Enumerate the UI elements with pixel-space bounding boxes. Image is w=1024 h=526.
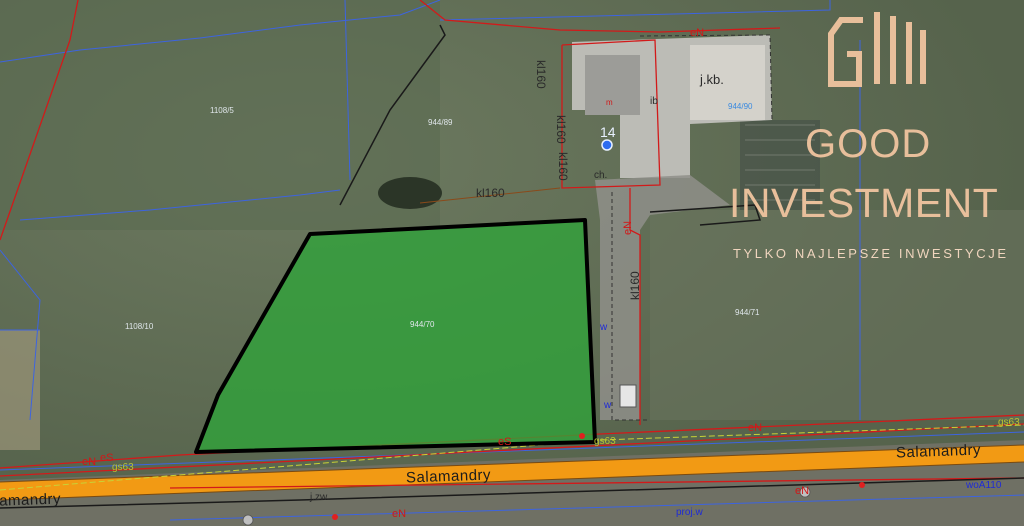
street-name: Salamandry xyxy=(0,490,62,511)
utility-label: eS xyxy=(498,436,512,448)
brand-name-secondary: INVESTMENT xyxy=(729,180,999,226)
utility-label: gs63 xyxy=(998,417,1020,428)
utility-label: kl160 xyxy=(628,271,642,300)
house-number: 14 xyxy=(600,124,616,140)
map-view[interactable]: 1108/5 944/89 1108/10 944/70 944/71 944/… xyxy=(0,0,1024,526)
parcel-number: 1108/10 xyxy=(125,322,154,331)
utility-label: eN xyxy=(748,422,763,434)
utility-label: woA110 xyxy=(966,480,1002,491)
parcel-number: 1108/5 xyxy=(210,106,234,115)
building-label: ib xyxy=(650,96,658,107)
utility-label: w xyxy=(600,322,608,333)
good-investment-logo-icon xyxy=(828,12,926,87)
utility-label: eN xyxy=(795,485,810,497)
parcel-number: 944/89 xyxy=(428,118,453,127)
utility-label: kl160 xyxy=(556,152,570,181)
brand-tagline: TYLKO NAJLEPSZE INWESTYCJE xyxy=(733,246,1009,261)
utility-label: gs63 xyxy=(594,436,616,447)
utility-label: eN xyxy=(82,456,97,468)
shed-label: ch. xyxy=(594,170,608,181)
brand-name: GOOD xyxy=(805,122,932,166)
street-name: Salamandry xyxy=(895,441,982,462)
utility-label: m xyxy=(606,98,613,107)
utility-label: kl160 xyxy=(476,186,505,200)
utility-label: kl160 xyxy=(554,115,568,144)
building-label: j.kb. xyxy=(700,72,724,87)
utility-label: w xyxy=(604,400,612,411)
brand-overlay: GOOD INVESTMENT TYLKO NAJLEPSZE INWESTYC… xyxy=(725,0,1024,290)
utility-label: proj.w xyxy=(676,507,703,518)
parcel-number: 944/71 xyxy=(735,308,760,317)
utility-label: eN xyxy=(622,220,634,235)
utility-label: eN xyxy=(392,508,407,520)
utility-label: eN xyxy=(690,27,705,39)
street-name: Salamandry xyxy=(405,466,492,487)
parcel-number: 944/70 xyxy=(410,320,435,329)
utility-label: j.zw. xyxy=(310,492,330,503)
utility-label: kl160 xyxy=(534,60,548,89)
utility-label: gs63 xyxy=(112,462,134,473)
